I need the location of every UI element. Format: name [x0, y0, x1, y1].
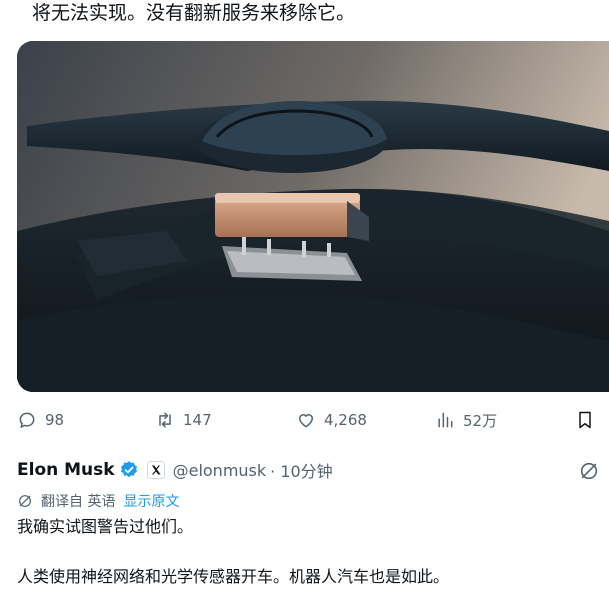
bookmark-icon	[579, 411, 591, 429]
x-logo-icon	[146, 461, 165, 479]
views-count: 52万	[463, 411, 498, 430]
retweet-count: 147	[183, 411, 212, 429]
car-roof-lidar-image	[17, 41, 609, 392]
author-handle[interactable]: @elonmusk	[173, 461, 267, 480]
like-button[interactable]: 4,268	[296, 406, 367, 434]
retweet-icon	[159, 412, 171, 428]
views-button[interactable]: 52万	[435, 406, 497, 434]
reply-button[interactable]: 98	[17, 406, 64, 434]
quoted-text-line-2: 人类使用神经网络和光学传感器开车。机器人汽车也是如此。	[17, 567, 450, 586]
action-bar: 98 147 4,268 52万	[17, 406, 609, 434]
quoted-text-line-1: 我确实试图警告过他们。	[17, 517, 194, 536]
translated-from-label: 翻译自 英语	[41, 494, 116, 510]
views-icon	[438, 412, 453, 428]
post-time: · 10分钟	[270, 462, 333, 481]
verified-badge-icon	[119, 460, 139, 480]
show-original-link[interactable]: 显示原文	[123, 491, 179, 511]
text-fade-overlay	[500, 560, 609, 594]
reply-count: 98	[45, 411, 65, 429]
author-name[interactable]: Elon Musk	[17, 460, 115, 480]
translate-toggle-icon[interactable]	[578, 460, 600, 482]
reply-icon	[19, 412, 35, 428]
post-text: 将无法实现。没有翻新服务来移除它。	[32, 2, 356, 24]
translate-icon	[17, 493, 33, 509]
heart-icon	[299, 414, 313, 428]
bookmark-button[interactable]	[575, 406, 595, 434]
post-image[interactable]	[17, 41, 609, 392]
like-count: 4,268	[324, 411, 367, 429]
quoted-post-header: Elon Musk @elonmusk · 10分钟	[17, 457, 333, 483]
retweet-button[interactable]: 147	[155, 406, 212, 434]
translation-notice: 翻译自 英语 显示原文	[17, 490, 179, 512]
